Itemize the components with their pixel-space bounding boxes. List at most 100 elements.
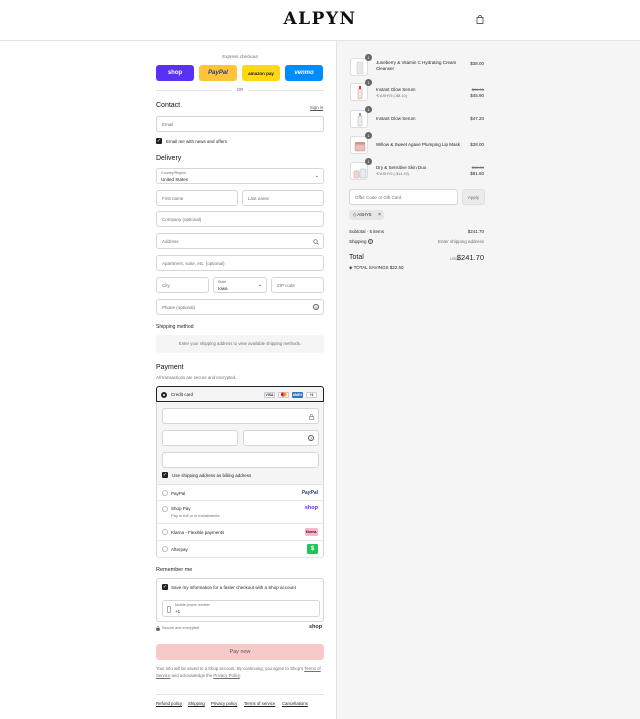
chevron-down-icon: ⌄ — [257, 282, 262, 288]
item-price: $38.00 — [470, 61, 484, 66]
quantity-badge: 1 — [365, 158, 372, 165]
apply-button[interactable]: Apply — [462, 189, 485, 205]
header: ALPYN — [0, 0, 640, 41]
venmo-button[interactable]: venmo — [285, 65, 323, 81]
mobile-phone-field[interactable]: Mobile phone number +1 — [162, 600, 320, 617]
privacy-policy-link[interactable]: Privacy Policy — [213, 673, 239, 678]
credit-card-option[interactable]: Credit card VISA AMEX +4 — [156, 386, 324, 402]
card-number-field[interactable] — [162, 408, 319, 424]
shop-pay-option[interactable]: Shop Pay Pay in full or in installments … — [156, 501, 324, 524]
brand-logo[interactable]: ALPYN — [0, 9, 640, 29]
phone-placeholder: Phone (optional) — [162, 305, 196, 310]
zip-field[interactable]: ZIP code — [271, 277, 324, 293]
subtotal-value: $241.70 — [467, 229, 484, 234]
amazon-pay-label: amazon pay — [248, 70, 274, 76]
credit-card-radio[interactable] — [161, 391, 167, 398]
billing-label: Use shipping address as billing address — [172, 473, 252, 478]
paypal-label: PayPal — [208, 70, 228, 76]
mobile-phone-icon — [167, 605, 171, 613]
total-savings: ◈ TOTAL SAVINGS $22.50 — [349, 265, 404, 271]
last-name-placeholder: Last name — [248, 196, 270, 201]
amex-icon: AMEX — [292, 391, 303, 398]
lip-mask-jar-icon — [354, 142, 366, 152]
country-select[interactable]: Country/Region United States ⌄ — [156, 168, 324, 184]
shop-pay-label: shop — [167, 70, 183, 76]
terms-of-service-footer-link[interactable]: Terms of service — [244, 701, 275, 706]
news-checkbox[interactable]: ✓ — [156, 138, 162, 144]
shop-logo: shop — [304, 505, 318, 511]
item-name: Juneberry & Vitamin C Hydrating Cream Cl… — [376, 60, 457, 71]
close-icon[interactable]: × — [378, 210, 381, 220]
quantity-badge: 1 — [365, 106, 372, 113]
apartment-field[interactable]: Apartment, suite, etc. (optional) — [156, 255, 324, 271]
save-info-checkbox[interactable]: ✓ — [162, 584, 168, 590]
city-placeholder: City — [162, 283, 170, 288]
shop-logo-small: shop — [309, 624, 323, 630]
expiry-field[interactable] — [162, 430, 238, 446]
discount-code-field[interactable]: Offer Code or Gift Card — [349, 189, 458, 205]
company-field[interactable]: Company (optional) — [156, 211, 324, 227]
first-name-placeholder: First name — [162, 196, 184, 201]
discount-code-placeholder: Offer Code or Gift Card — [355, 195, 402, 200]
refund-policy-link[interactable]: Refund policy — [156, 701, 182, 706]
country-label: Country/Region — [161, 171, 186, 175]
privacy-policy-footer-link[interactable]: Privacy policy — [211, 701, 237, 706]
cancellations-link[interactable]: Cancellations — [282, 701, 308, 706]
klarna-logo: Klarna. — [305, 528, 318, 536]
paypal-option[interactable]: PayPal PayPal — [156, 484, 324, 501]
total-label: Total — [349, 254, 364, 261]
more-cards-badge: +4 — [306, 391, 317, 398]
sign-in-link[interactable]: Sign in — [310, 105, 323, 110]
afterpay-radio[interactable] — [162, 546, 168, 552]
security-code-field[interactable]: ? — [243, 430, 319, 446]
klarna-label: Klarna - Flexible payments — [171, 529, 225, 535]
paypal-radio[interactable] — [162, 490, 168, 496]
mastercard-icon — [278, 391, 289, 398]
help-icon[interactable]: ? — [308, 434, 314, 441]
chevron-down-icon: ⌄ — [314, 173, 319, 179]
remember-heading: Remember me — [156, 567, 193, 573]
klarna-option[interactable]: Klarna - Flexible payments Klarna. — [156, 524, 324, 541]
shipping-value: Enter shipping address — [437, 239, 484, 244]
applied-code: ASHY5 — [357, 212, 372, 217]
help-icon[interactable]: ? — [367, 239, 373, 244]
email-field[interactable]: Email — [156, 116, 324, 132]
mobile-phone-label: Mobile phone number — [175, 603, 210, 607]
shipping-link[interactable]: Shipping — [188, 701, 205, 706]
phone-field[interactable]: Phone (optional) ? — [156, 299, 324, 315]
total-value: $241.70 — [456, 253, 484, 262]
product-thumbnail — [350, 162, 368, 180]
paypal-button[interactable]: PayPal — [199, 65, 237, 81]
address-field[interactable]: Address — [156, 233, 324, 249]
save-info-label: Save my information for a faster checkou… — [171, 585, 296, 590]
quantity-badge: 1 — [365, 79, 372, 86]
name-on-card-field[interactable] — [162, 452, 319, 468]
shipping-notice: Enter your shipping address to view avai… — [156, 335, 324, 353]
afterpay-option[interactable]: Afterpay $ — [156, 541, 324, 558]
product-thumbnail — [350, 136, 368, 154]
shopping-bag-icon[interactable] — [476, 15, 484, 24]
item-original-price: $54.00 — [471, 87, 484, 92]
amazon-pay-button[interactable]: amazon pay — [242, 65, 280, 81]
first-name-field[interactable]: First name — [156, 190, 238, 206]
afterpay-logo: $ — [307, 544, 318, 554]
shop-pay-button[interactable]: shop — [156, 65, 194, 81]
email-placeholder: Email — [162, 122, 174, 127]
item-name: Willow & Sweet Agave Plumping Lip Mask — [376, 142, 461, 147]
help-icon[interactable]: ? — [313, 303, 319, 310]
item-price: $45.90 — [470, 93, 484, 98]
state-select[interactable]: State Iowa ⌄ — [213, 277, 267, 293]
search-icon — [313, 239, 319, 245]
discount-tag: ⟲ ASHY5 (-$14.40) — [376, 171, 409, 177]
shop-pay-radio[interactable] — [162, 506, 168, 512]
shipping-label: Shipping ? — [349, 239, 373, 244]
city-field[interactable]: City — [156, 277, 209, 293]
contact-heading: Contact — [156, 102, 181, 109]
shop-pay-option-label: Shop Pay — [171, 506, 191, 511]
last-name-field[interactable]: Last name — [242, 190, 324, 206]
klarna-radio[interactable] — [162, 529, 168, 535]
pay-now-button[interactable]: Pay now — [156, 644, 324, 660]
product-thumbnail — [350, 110, 368, 128]
company-placeholder: Company (optional) — [162, 217, 202, 222]
billing-checkbox[interactable]: ✓ — [162, 472, 168, 478]
